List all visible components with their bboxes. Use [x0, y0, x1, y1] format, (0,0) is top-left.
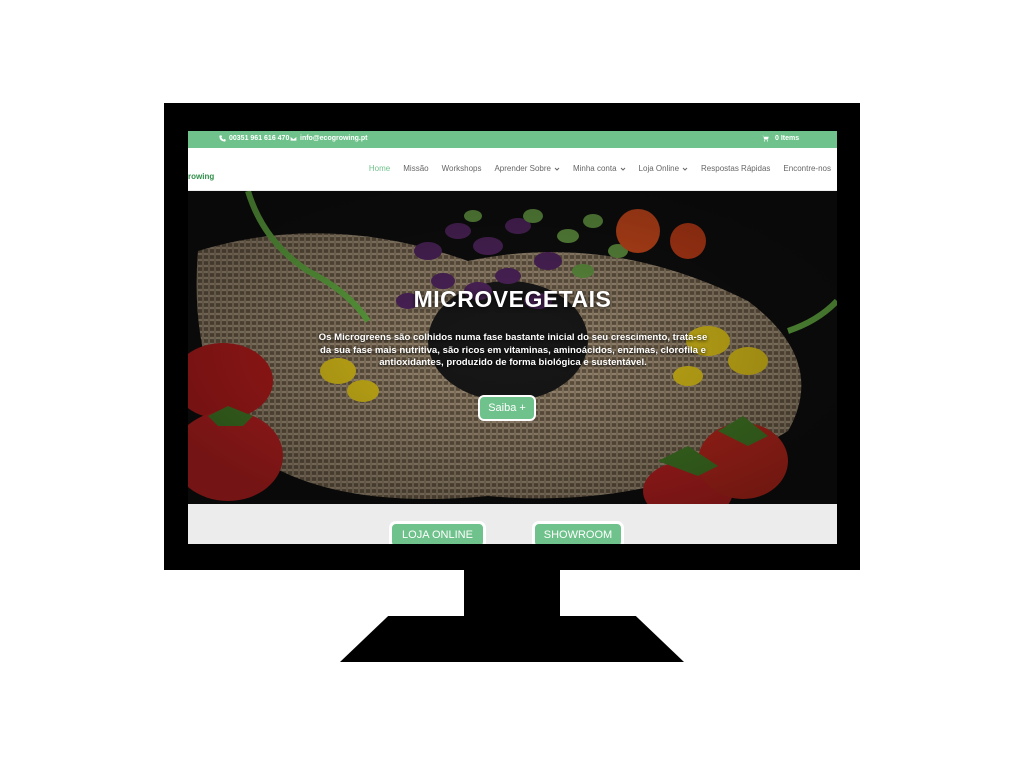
nav-item-encontre-nos[interactable]: Encontre-nos [783, 164, 831, 173]
phone-contact[interactable]: 00351 961 616 470 [219, 135, 289, 142]
site-logo[interactable]: rowing [188, 172, 214, 181]
showroom-button[interactable]: SHOWROOM [532, 521, 624, 544]
phone-number: 00351 961 616 470 [229, 135, 290, 142]
nav-label: Missão [403, 164, 429, 173]
site-header: rowing Home Missão Workshops Aprender So… [188, 148, 837, 191]
hero-title: MICROVEGETAIS [413, 286, 612, 312]
nav-item-home[interactable]: Home [369, 164, 390, 173]
nav-item-workshops[interactable]: Workshops [442, 164, 482, 173]
email-contact[interactable]: info@ecogrowing.pt [290, 135, 367, 142]
nav-item-loja-online[interactable]: Loja Online [639, 164, 688, 173]
chevron-down-icon [682, 167, 688, 171]
hero-description: Os Microgreens são colhidos numa fase ba… [318, 332, 708, 368]
chevron-down-icon [554, 167, 560, 171]
nav-item-minha-conta[interactable]: Minha conta [573, 164, 626, 173]
nav-label: Respostas Rápidas [701, 164, 771, 173]
nav-label: Home [368, 164, 391, 173]
cart-count: 0 Items [775, 135, 800, 142]
chevron-down-icon [620, 167, 625, 171]
nav-item-respostas-rapidas[interactable]: Respostas Rápidas [701, 164, 770, 173]
nav-item-missao[interactable]: Missão [403, 164, 428, 173]
cart-icon [762, 135, 769, 142]
shop-online-button[interactable]: LOJA ONLINE [389, 521, 486, 544]
monitor-stand-neck [464, 568, 560, 618]
nav-label: Encontre-nos [783, 164, 831, 173]
phone-icon [219, 135, 226, 142]
monitor-stand-base [340, 616, 684, 662]
email-address: info@ecogrowing.pt [300, 135, 368, 142]
cart-link[interactable]: 0 Items [762, 135, 799, 142]
envelope-icon [290, 136, 297, 142]
main-nav: Home Missão Workshops Aprender Sobre Min… [369, 164, 831, 173]
nav-label: Workshops [441, 164, 482, 173]
cta-strip: LOJA ONLINE SHOWROOM [188, 504, 837, 544]
top-bar: 00351 961 616 470 info@ecogrowing.pt 0 I… [188, 131, 837, 148]
monitor-screen: 00351 961 616 470 info@ecogrowing.pt 0 I… [188, 131, 837, 544]
nav-label: Minha conta [572, 164, 617, 173]
nav-item-aprender-sobre[interactable]: Aprender Sobre [494, 164, 560, 173]
nav-label: Loja Online [638, 164, 680, 173]
hero-slider: MICROVEGETAIS Os Microgreens são colhido… [188, 191, 837, 504]
nav-label: Aprender Sobre [494, 164, 551, 173]
hero-learn-more-button[interactable]: Saiba + [478, 395, 536, 421]
